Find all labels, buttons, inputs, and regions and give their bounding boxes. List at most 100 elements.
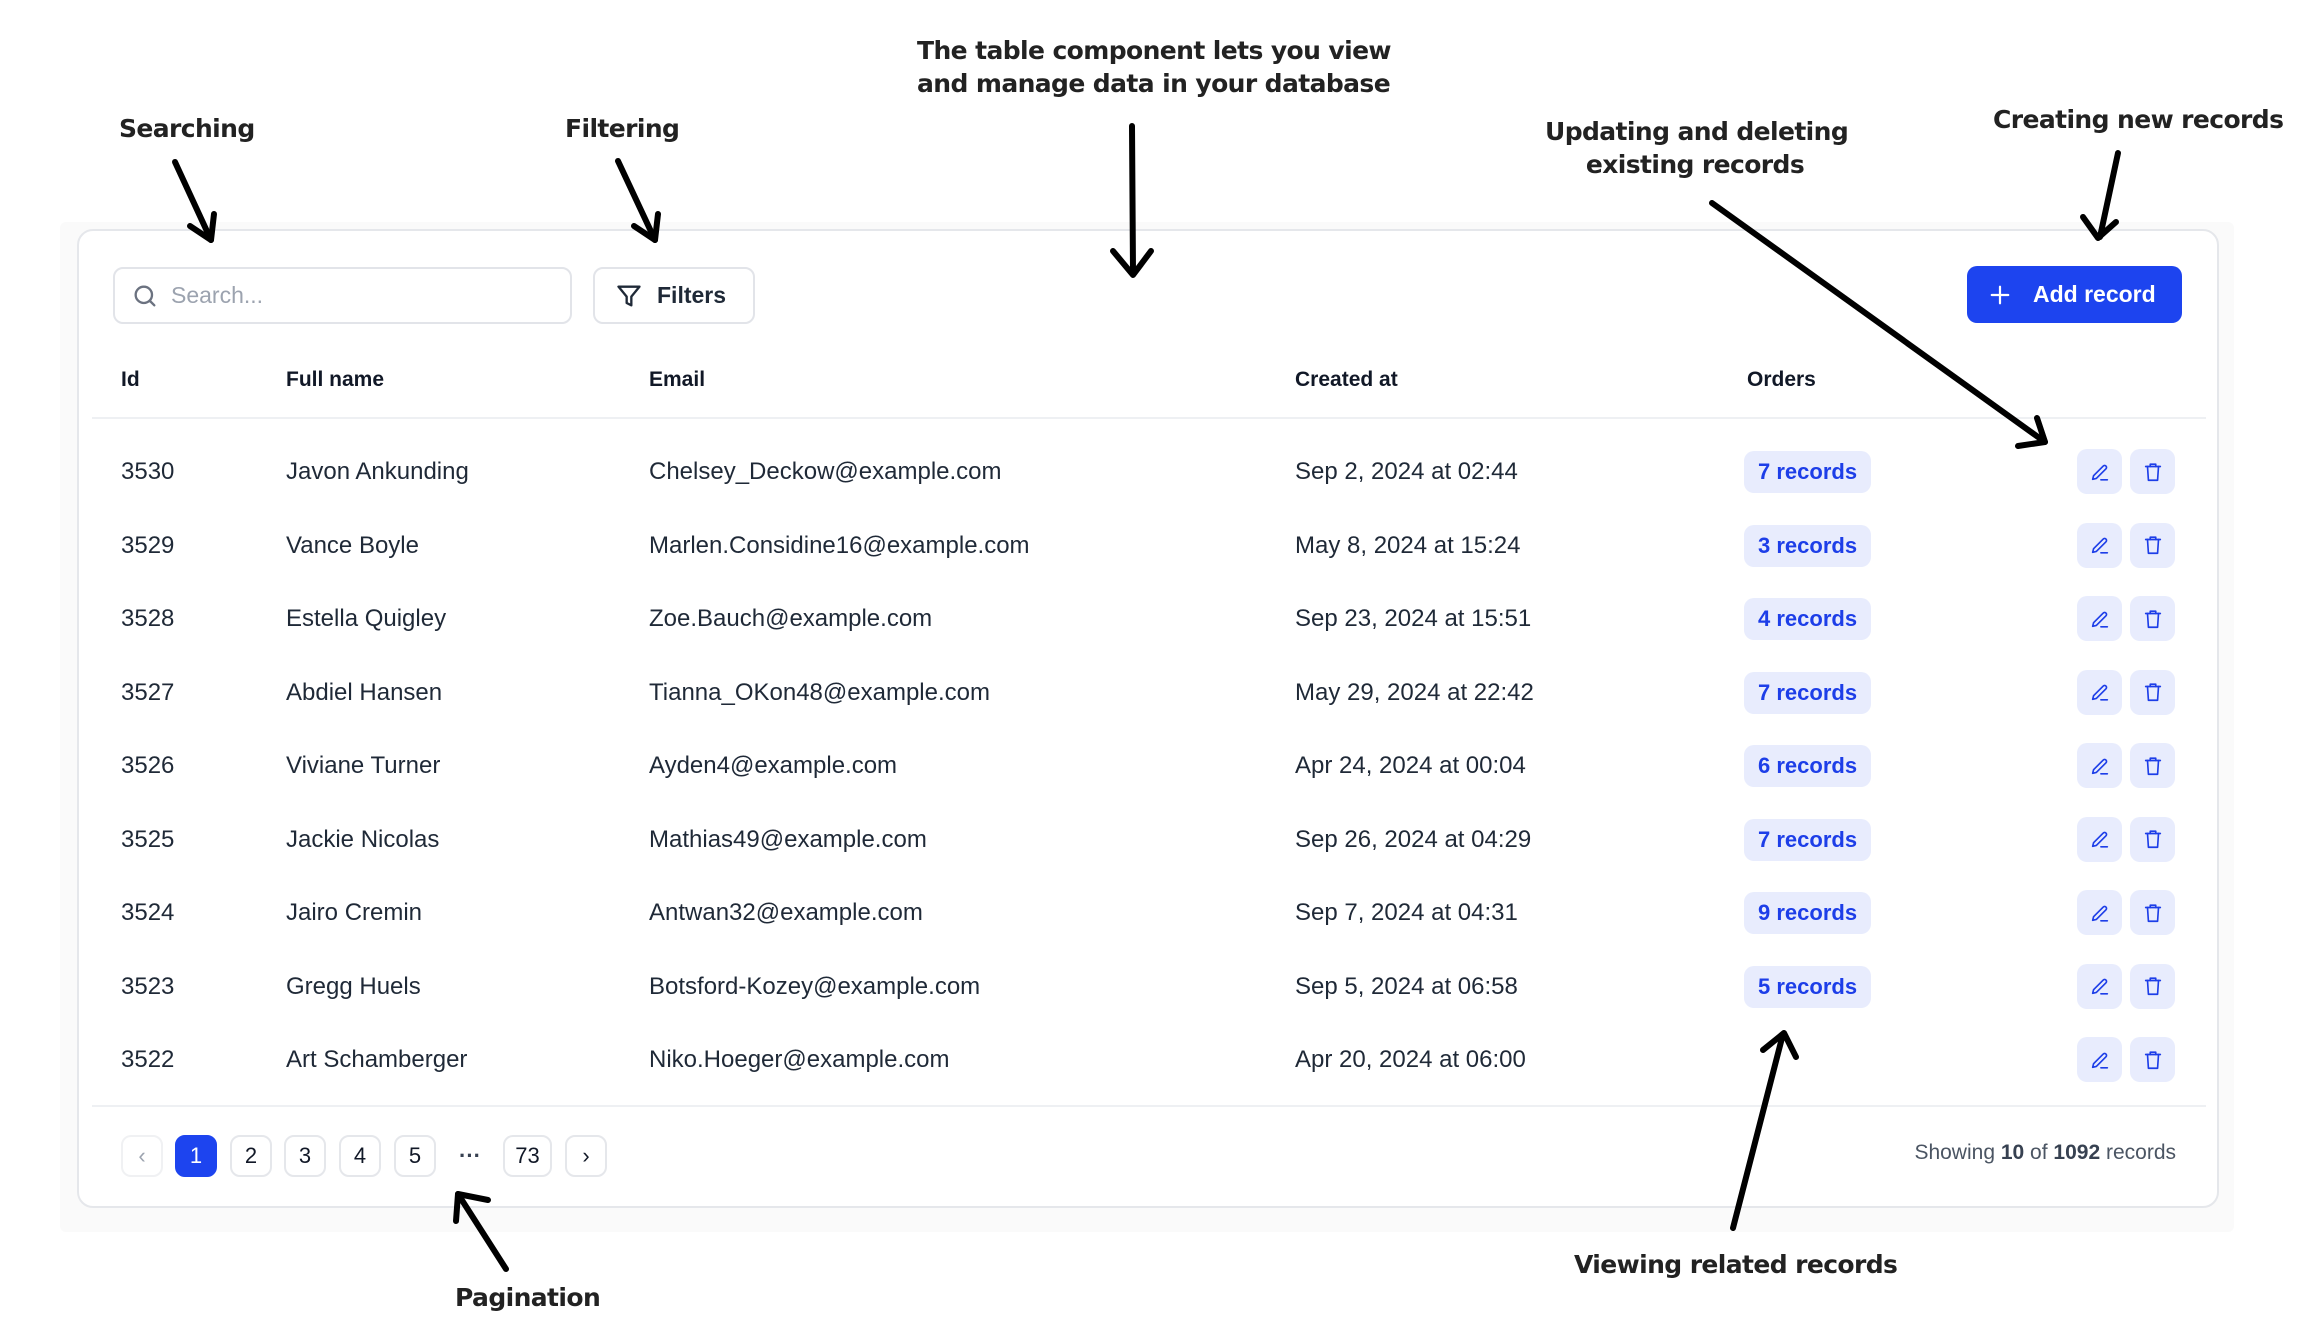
edit-button[interactable] <box>2077 816 2122 862</box>
edit-pencil-icon <box>2091 537 2108 554</box>
cell-created-at: Sep 2, 2024 at 02:44 <box>1295 458 1518 485</box>
search-icon <box>134 285 156 306</box>
annotation-updating-line1: Updating and deleting <box>1545 117 1849 146</box>
pagination-next-button[interactable]: › <box>565 1135 607 1177</box>
edit-pencil-icon <box>2091 684 2108 701</box>
delete-button[interactable] <box>2130 890 2175 935</box>
cell-id: 3529 <box>121 531 175 559</box>
annotation-filtering: Filtering <box>565 114 680 143</box>
delete-button[interactable] <box>2130 449 2175 494</box>
delete-button[interactable] <box>2130 743 2175 788</box>
edit-pencil-icon <box>2091 831 2108 848</box>
cell-full-name: Viviane Turner <box>286 752 441 779</box>
edit-button[interactable] <box>2077 743 2122 788</box>
edit-pencil-icon <box>2091 1052 2108 1069</box>
edit-button[interactable] <box>2077 890 2122 935</box>
pagination-prev-button[interactable]: ‹ <box>121 1135 163 1177</box>
orders-badge[interactable]: 7 records <box>1744 671 1872 714</box>
cell-id: 3530 <box>121 458 175 485</box>
orders-badge[interactable]: 7 records <box>1744 818 1872 861</box>
cell-id: 3526 <box>121 752 175 779</box>
column-header-orders[interactable]: Orders <box>1747 368 1816 392</box>
edit-button[interactable] <box>2077 522 2122 568</box>
edit-pencil-icon <box>2091 758 2108 775</box>
annotation-title-line1: The table component lets you view <box>917 36 1392 65</box>
search-input[interactable] <box>171 282 551 309</box>
summary-suffix: records <box>2105 1141 2176 1164</box>
delete-button[interactable] <box>2130 963 2175 1009</box>
delete-button[interactable] <box>2130 1037 2175 1082</box>
cell-email: Antwan32@example.com <box>649 899 923 926</box>
column-header-full-name[interactable]: Full name <box>286 368 384 392</box>
edit-button[interactable] <box>2077 669 2122 715</box>
search-field[interactable] <box>113 267 572 324</box>
delete-trash-icon <box>2144 977 2161 996</box>
column-header-id[interactable]: Id <box>121 368 140 392</box>
cell-id: 3525 <box>121 825 175 853</box>
pagination-page-5[interactable]: 5 <box>394 1135 436 1177</box>
pagination-page-2[interactable]: 2 <box>230 1135 272 1177</box>
edit-pencil-icon <box>2091 611 2108 628</box>
delete-button[interactable] <box>2130 522 2175 568</box>
delete-trash-icon <box>2144 536 2161 555</box>
filters-button[interactable]: Filters <box>593 267 755 324</box>
edit-button[interactable] <box>2077 596 2122 641</box>
pagination-page-3[interactable]: 3 <box>284 1135 326 1177</box>
cell-id: 3524 <box>121 899 175 926</box>
delete-trash-icon <box>2144 1050 2161 1069</box>
cell-full-name: Art Schamberger <box>286 1046 468 1073</box>
annotation-creating: Creating new records <box>1993 105 2284 134</box>
edit-pencil-icon <box>2091 464 2108 481</box>
cell-email: Marlen.Considine16@example.com <box>649 531 1030 559</box>
edit-button[interactable] <box>2077 1037 2122 1082</box>
orders-badge[interactable]: 4 records <box>1744 598 1872 640</box>
cell-full-name: Abdiel Hansen <box>286 678 443 706</box>
cell-email: Zoe.Bauch@example.com <box>649 605 933 632</box>
cell-created-at: May 8, 2024 at 15:24 <box>1295 531 1521 559</box>
cell-created-at: Apr 20, 2024 at 06:00 <box>1295 1046 1526 1073</box>
pagination-page-4[interactable]: 4 <box>339 1135 381 1177</box>
delete-button[interactable] <box>2130 816 2175 862</box>
annotation-pagination: Pagination <box>455 1283 601 1312</box>
column-header-created-at[interactable]: Created at <box>1295 368 1398 392</box>
delete-trash-icon <box>2144 903 2161 922</box>
records-summary: Showing 10 of 1092 records <box>1914 1141 2176 1165</box>
summary-prefix: Showing <box>1914 1141 1995 1164</box>
edit-pencil-icon <box>2091 978 2108 995</box>
cell-email: Niko.Hoeger@example.com <box>649 1046 950 1073</box>
orders-badge[interactable]: 9 records <box>1744 892 1872 934</box>
delete-trash-icon <box>2144 462 2161 481</box>
annotation-viewing: Viewing related records <box>1574 1250 1898 1279</box>
orders-badge[interactable]: 5 records <box>1744 965 1872 1008</box>
summary-total: 1092 <box>2053 1141 2101 1164</box>
delete-button[interactable] <box>2130 669 2175 715</box>
edit-button[interactable] <box>2077 963 2122 1009</box>
add-record-button[interactable]: Add record <box>1967 266 2182 323</box>
summary-of: of <box>2030 1141 2048 1164</box>
cell-full-name: Estella Quigley <box>286 605 447 632</box>
orders-badge[interactable]: 3 records <box>1744 524 1872 567</box>
annotation-searching: Searching <box>119 114 255 143</box>
cell-created-at: Sep 5, 2024 at 06:58 <box>1295 972 1518 1000</box>
cell-id: 3523 <box>121 972 175 1000</box>
column-header-email[interactable]: Email <box>649 368 705 392</box>
cell-full-name: Jairo Cremin <box>286 899 423 926</box>
annotation-title-line2: and manage data in your database <box>917 69 1391 98</box>
delete-trash-icon <box>2144 756 2161 775</box>
delete-trash-icon <box>2144 830 2161 849</box>
cell-full-name: Javon Ankunding <box>286 458 469 485</box>
pagination-page-1[interactable]: 1 <box>175 1135 217 1177</box>
cell-email: Chelsey_Deckow@example.com <box>649 458 1002 485</box>
orders-badge[interactable]: 7 records <box>1744 451 1872 493</box>
cell-full-name: Vance Boyle <box>286 531 419 559</box>
cell-created-at: May 29, 2024 at 22:42 <box>1295 678 1534 706</box>
cell-full-name: Jackie Nicolas <box>286 825 440 853</box>
footer-divider <box>92 1105 2206 1107</box>
orders-badge[interactable]: 6 records <box>1744 745 1872 787</box>
summary-count: 10 <box>2000 1141 2025 1164</box>
delete-button[interactable] <box>2130 596 2175 641</box>
pagination-page-last[interactable]: 73 <box>503 1135 552 1177</box>
edit-button[interactable] <box>2077 449 2122 494</box>
annotation-updating-line2: existing records <box>1585 150 1805 179</box>
cell-created-at: Apr 24, 2024 at 00:04 <box>1295 752 1526 779</box>
